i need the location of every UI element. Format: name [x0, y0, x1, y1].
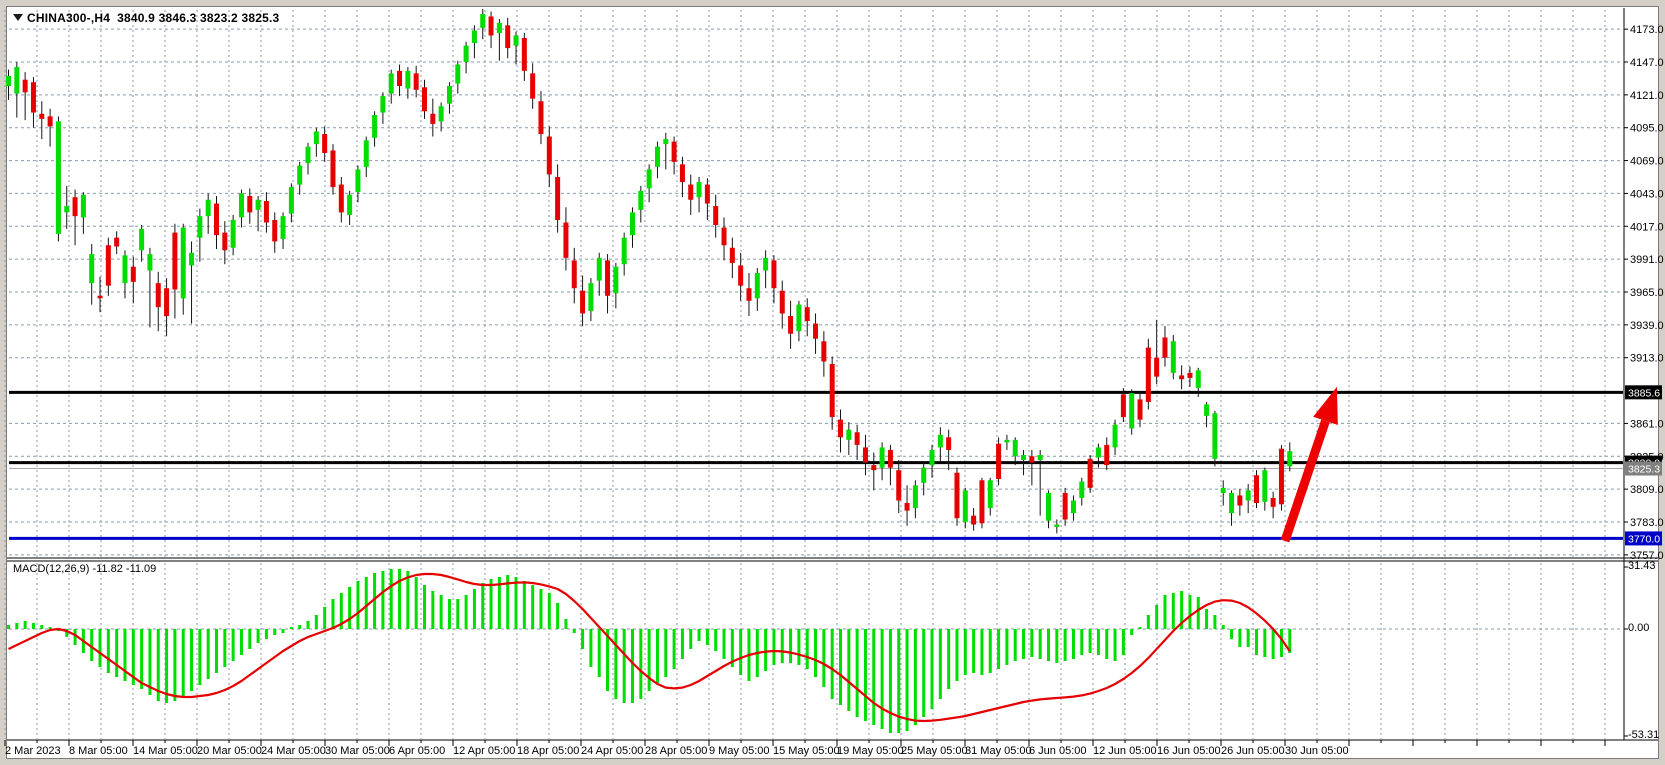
- svg-text:24 Mar 05:00: 24 Mar 05:00: [261, 745, 326, 757]
- svg-text:4147.0: 4147.0: [1630, 57, 1664, 69]
- price-axis[interactable]: 4173.0 4147.0 4121.0 4095.0 4069.0 4043.0 4017…: [1624, 24, 1664, 562]
- svg-text:3939.0: 3939.0: [1630, 320, 1664, 332]
- svg-text:8 Mar 05:00: 8 Mar 05:00: [69, 745, 128, 757]
- svg-text:4043.0: 4043.0: [1630, 188, 1664, 200]
- macd-axis-ticks: [1624, 567, 1628, 736]
- svg-text:3770.0: 3770.0: [1628, 533, 1660, 545]
- symbol-ohlc-title: CHINA300-,H4 3840.9 3846.3 3823.2 3825.3: [27, 11, 279, 25]
- svg-text:3991.0: 3991.0: [1630, 254, 1664, 266]
- svg-text:3885.6: 3885.6: [1628, 387, 1660, 399]
- svg-text:4017.0: 4017.0: [1630, 221, 1664, 233]
- macd-indicator-label: MACD(12,26,9) -11.82 -11.09: [13, 563, 156, 575]
- svg-text:16 Jun 05:00: 16 Jun 05:00: [1157, 745, 1221, 757]
- svg-text:31 May 05:00: 31 May 05:00: [965, 745, 1032, 757]
- svg-text:26 Jun 05:00: 26 Jun 05:00: [1221, 745, 1285, 757]
- svg-text:3965.0: 3965.0: [1630, 287, 1664, 299]
- svg-text:12 Jun 05:00: 12 Jun 05:00: [1093, 745, 1157, 757]
- svg-text:3825.3: 3825.3: [1628, 464, 1660, 476]
- macd-scale-bottom: -53.31: [1628, 729, 1659, 741]
- macd-indicator: [9, 569, 1290, 733]
- svg-text:4069.0: 4069.0: [1630, 156, 1664, 168]
- svg-text:9 May 05:00: 9 May 05:00: [709, 745, 770, 757]
- svg-text:3861.0: 3861.0: [1630, 418, 1664, 430]
- chart-canvas[interactable]: 4173.0 4147.0 4121.0 4095.0 4069.0 4043.0 4017…: [0, 0, 1665, 765]
- svg-text:3809.0: 3809.0: [1630, 484, 1664, 496]
- svg-text:19 May 05:00: 19 May 05:00: [837, 745, 904, 757]
- svg-text:15 May 05:00: 15 May 05:00: [773, 745, 840, 757]
- svg-text:3913.0: 3913.0: [1630, 353, 1664, 365]
- svg-text:20 Mar 05:00: 20 Mar 05:00: [197, 745, 262, 757]
- macd-scale-zero: 0.00: [1628, 622, 1649, 634]
- svg-text:2 Mar 2023: 2 Mar 2023: [5, 745, 61, 757]
- candlestick-series: [6, 9, 1292, 533]
- svg-text:6 Apr 05:00: 6 Apr 05:00: [389, 745, 445, 757]
- svg-text:4095.0: 4095.0: [1630, 123, 1664, 135]
- svg-text:24 Apr 05:00: 24 Apr 05:00: [581, 745, 643, 757]
- svg-text:3783.0: 3783.0: [1630, 517, 1664, 529]
- svg-text:18 Apr 05:00: 18 Apr 05:00: [517, 745, 579, 757]
- svg-text:30 Jun 05:00: 30 Jun 05:00: [1285, 745, 1349, 757]
- macd-scale-top: 31.43: [1628, 560, 1656, 572]
- svg-text:6 Jun 05:00: 6 Jun 05:00: [1029, 745, 1087, 757]
- svg-text:30 Mar 05:00: 30 Mar 05:00: [325, 745, 390, 757]
- svg-text:4173.0: 4173.0: [1630, 24, 1664, 36]
- svg-text:25 May 05:00: 25 May 05:00: [901, 745, 968, 757]
- time-axis[interactable]: 2 Mar 2023 8 Mar 05:00 14 Mar 05:0020 Mar …: [5, 740, 1605, 757]
- svg-text:12 Apr 05:00: 12 Apr 05:00: [453, 745, 515, 757]
- svg-text:14 Mar 05:00: 14 Mar 05:00: [133, 745, 198, 757]
- svg-text:4121.0: 4121.0: [1630, 90, 1664, 102]
- symbol-dropdown-icon[interactable]: [13, 14, 23, 21]
- grid-lines: [5, 10, 1623, 739]
- svg-text:28 Apr 05:00: 28 Apr 05:00: [645, 745, 707, 757]
